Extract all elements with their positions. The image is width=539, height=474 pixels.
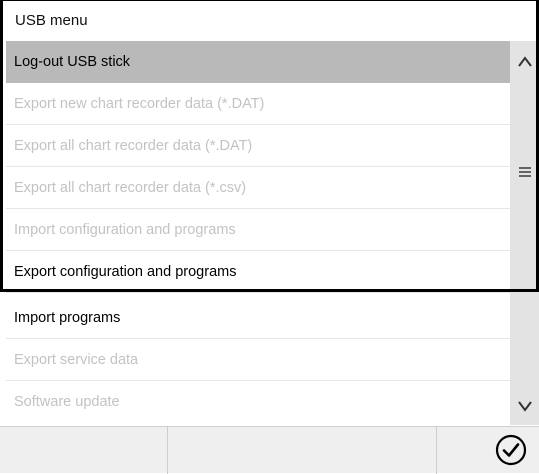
usb-menu-screen: USB menu Log-out USB stick Export new ch… [0,0,539,474]
menu-item-export-all-chart-recorder-csv: Export all chart recorder data (*.csv) [6,167,510,209]
menu-item-software-update: Software update [14,394,120,410]
confirm-button[interactable] [494,433,528,467]
title-bar: USB menu [0,0,539,41]
scrollbar[interactable] [510,41,539,425]
scroll-thumb[interactable] [510,153,539,193]
footer-divider [167,427,168,474]
menu-list: Log-out USB stick Export new chart recor… [6,41,510,425]
menu-lines-icon [519,167,531,177]
footer-bar [0,426,539,474]
menu-item-export-all-chart-recorder-dat: Export all chart recorder data (*.DAT) [6,125,510,167]
menu-item-export-configuration-and-programs[interactable]: Export configuration and programs [6,251,510,293]
menu-panel: Log-out USB stick Export new chart recor… [6,41,539,425]
menu-item-export-new-chart-recorder-dat: Export new chart recorder data (*.DAT) [6,83,510,125]
menu-item-log-out-usb-stick[interactable]: Log-out USB stick [6,41,510,83]
page-title: USB menu [15,12,88,29]
footer-divider [436,427,437,474]
scroll-up-button[interactable] [510,49,539,75]
scroll-down-button[interactable] [510,393,539,419]
menu-item-export-service-data: Export service data [6,339,510,381]
check-circle-icon [495,434,527,466]
menu-item-import-programs[interactable]: Import programs [6,297,510,339]
chevron-down-icon [518,401,532,412]
chevron-up-icon [518,56,532,67]
menu-item-import-configuration-and-programs: Import configuration and programs [6,209,510,251]
